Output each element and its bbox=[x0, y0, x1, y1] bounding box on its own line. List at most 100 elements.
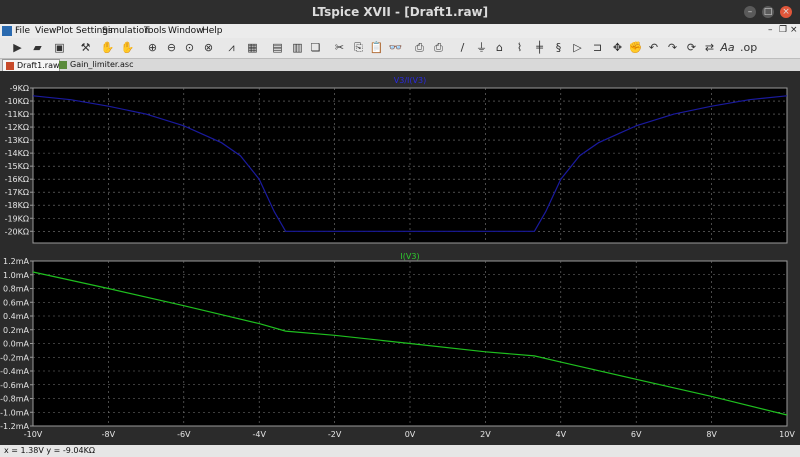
x-tick-label: -6V bbox=[177, 430, 191, 439]
y-tick-label-current: -0.6mA bbox=[0, 381, 29, 390]
y-tick-label-impedance: -14KΩ bbox=[5, 149, 29, 158]
cut-icon[interactable]: ✂ bbox=[332, 40, 347, 55]
open-icon[interactable]: ▰ bbox=[30, 40, 45, 55]
window-title: LTspice XVII - [Draft1.raw] bbox=[311, 5, 489, 19]
rotate-icon[interactable]: ⟳ bbox=[684, 40, 699, 55]
pane-title-current: I(V3) bbox=[400, 252, 419, 261]
zoom-cancel-icon[interactable]: ⊗ bbox=[201, 40, 216, 55]
menu-simulation[interactable]: Simulation bbox=[102, 26, 150, 36]
diode-icon[interactable]: ▷ bbox=[570, 40, 585, 55]
mdi-close-icon[interactable]: × bbox=[790, 25, 798, 35]
print-icon[interactable]: ⎙ bbox=[431, 40, 446, 55]
pane-impedance[interactable]: V3/I(V3) -9KΩ -10KΩ -11KΩ -12KΩ -13KΩ -14KΩ -15… bbox=[5, 76, 788, 244]
ltspice-app-icon[interactable] bbox=[2, 26, 12, 36]
tile-horizontal-icon[interactable]: ▤ bbox=[270, 40, 285, 55]
print-setup-icon[interactable]: ⎙ bbox=[412, 40, 427, 55]
y-tick-label-current: -0.4mA bbox=[0, 367, 29, 376]
toolbar: ▶ ▰ ▣ ⚒ ✋ ✋ ⊕ ⊖ ⊙ ⊗ ⩘ ▦ ▤ ▥ ❏ ✂ ⎘ 📋 👓 ⎙ … bbox=[0, 38, 800, 59]
pane-title-impedance: V3/I(V3) bbox=[394, 76, 426, 85]
halt-icon[interactable]: ✋ bbox=[100, 40, 115, 55]
y-tick-label-impedance: -9KΩ bbox=[10, 84, 29, 93]
run-icon[interactable]: ▶ bbox=[10, 40, 25, 55]
pick-traces-icon[interactable]: ▦ bbox=[245, 40, 260, 55]
y-tick-label-current: -1.2mA bbox=[0, 422, 29, 431]
x-tick-label: -10V bbox=[24, 430, 43, 439]
menu-bar: File View Plot Settings Simulation Tools… bbox=[0, 24, 800, 38]
zoom-in-icon[interactable]: ⊕ bbox=[145, 40, 160, 55]
zoom-out-icon[interactable]: ⊖ bbox=[164, 40, 179, 55]
x-tick-label: 6V bbox=[631, 430, 642, 439]
x-tick-label: 4V bbox=[556, 430, 567, 439]
autorange-icon[interactable]: ⩘ bbox=[224, 40, 239, 55]
resistor-icon[interactable]: ⌇ bbox=[512, 40, 527, 55]
maximize-icon[interactable]: □ bbox=[762, 6, 774, 18]
inductor-icon[interactable]: § bbox=[551, 40, 566, 55]
menu-view[interactable]: View bbox=[35, 26, 56, 36]
y-tick-label-impedance: -16KΩ bbox=[5, 175, 29, 184]
y-tick-label-current: 0.4mA bbox=[3, 312, 30, 321]
y-tick-label-impedance: -20KΩ bbox=[5, 227, 29, 236]
paste-icon[interactable]: 📋 bbox=[369, 40, 384, 55]
waveform-viewer[interactable]: V3/I(V3) -9KΩ -10KΩ -11KΩ -12KΩ -13KΩ -14KΩ -15… bbox=[0, 71, 800, 445]
y-tick-label-impedance: -18KΩ bbox=[5, 201, 29, 210]
menu-help[interactable]: Help bbox=[202, 26, 223, 36]
x-tick-label: 2V bbox=[480, 430, 491, 439]
y-tick-label-impedance: -13KΩ bbox=[5, 136, 29, 145]
y-tick-label-current: -0.8mA bbox=[0, 395, 29, 404]
move-icon[interactable]: ✥ bbox=[610, 40, 625, 55]
x-tick-label: -2V bbox=[328, 430, 342, 439]
control-panel-icon[interactable]: ⚒ bbox=[78, 40, 93, 55]
drag-icon[interactable]: ✊ bbox=[628, 40, 643, 55]
y-tick-label-impedance: -15KΩ bbox=[5, 162, 29, 171]
copy-icon[interactable]: ⎘ bbox=[351, 40, 366, 55]
pan-icon[interactable]: ✋ bbox=[120, 40, 135, 55]
y-tick-label-current: 0.8mA bbox=[3, 285, 30, 294]
zoom-fit-icon[interactable]: ⊙ bbox=[182, 40, 197, 55]
mdi-minimize-icon[interactable]: – bbox=[768, 25, 773, 35]
tab-label: Gain_limiter.asc bbox=[70, 60, 134, 69]
tab-gain-limiter-asc[interactable]: Gain_limiter.asc bbox=[56, 59, 140, 71]
redo-icon[interactable]: ↷ bbox=[665, 40, 680, 55]
x-tick-label: -4V bbox=[252, 430, 266, 439]
y-tick-label-current: 0.0mA bbox=[3, 340, 30, 349]
y-tick-label-impedance: -12KΩ bbox=[5, 123, 29, 132]
menu-file[interactable]: File bbox=[15, 26, 30, 36]
x-tick-label: -8V bbox=[102, 430, 116, 439]
wire-icon[interactable]: / bbox=[455, 40, 470, 55]
x-tick-label: 8V bbox=[706, 430, 717, 439]
status-bar: x = 1.38V y = -9.04KΩ bbox=[0, 445, 800, 457]
y-tick-label-current: 0.2mA bbox=[3, 326, 30, 335]
ground-icon[interactable]: ⏚ bbox=[474, 40, 489, 55]
y-tick-label-impedance: -17KΩ bbox=[5, 188, 29, 197]
close-icon[interactable]: × bbox=[780, 6, 792, 18]
text-icon[interactable]: Aa bbox=[720, 40, 735, 55]
cascade-icon[interactable]: ❏ bbox=[308, 40, 323, 55]
save-icon[interactable]: ▣ bbox=[52, 40, 67, 55]
y-tick-label-current: -0.2mA bbox=[0, 353, 29, 362]
x-tick-label: 0V bbox=[405, 430, 416, 439]
mirror-icon[interactable]: ⇄ bbox=[702, 40, 717, 55]
label-icon[interactable]: ⌂ bbox=[492, 40, 507, 55]
y-tick-label-current: 0.6mA bbox=[3, 298, 30, 307]
find-icon[interactable]: 👓 bbox=[388, 40, 403, 55]
undo-icon[interactable]: ↶ bbox=[646, 40, 661, 55]
menu-window[interactable]: Window bbox=[168, 26, 204, 36]
window-titlebar: LTspice XVII - [Draft1.raw] – □ × bbox=[0, 0, 800, 24]
mdi-restore-icon[interactable]: ❐ bbox=[779, 25, 787, 35]
x-tick-label: 10V bbox=[779, 430, 795, 439]
y-tick-label-impedance: -11KΩ bbox=[5, 110, 29, 119]
y-tick-label-current: -1.0mA bbox=[0, 408, 29, 417]
schematic-icon bbox=[59, 61, 67, 69]
pane-current[interactable]: I(V3) -10V -8V -6V -4V -2V 0V 2V 4V 6V 8V 10V 1.2mA 1… bbox=[0, 252, 795, 439]
y-tick-label-current: 1.2mA bbox=[3, 257, 30, 266]
tile-vertical-icon[interactable]: ▥ bbox=[290, 40, 305, 55]
y-tick-label-impedance: -10KΩ bbox=[5, 97, 29, 106]
waveform-icon bbox=[6, 62, 14, 70]
minimize-icon[interactable]: – bbox=[744, 6, 756, 18]
y-tick-label-impedance: -19KΩ bbox=[5, 214, 29, 223]
component-icon[interactable]: ⊐ bbox=[590, 40, 605, 55]
menu-tools[interactable]: Tools bbox=[144, 26, 166, 36]
capacitor-icon[interactable]: ╪ bbox=[532, 40, 547, 55]
spice-directive-icon[interactable]: .op bbox=[740, 40, 757, 55]
tab-label: Draft1.raw bbox=[17, 61, 60, 70]
